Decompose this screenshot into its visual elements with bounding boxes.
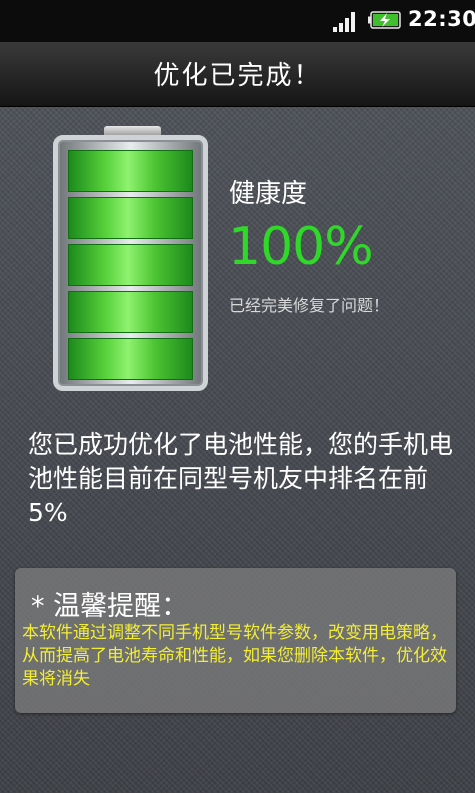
tip-box: * 温馨提醒： 本软件通过调整不同手机型号软件参数，改变用电策略，从而提高了电池… (15, 568, 456, 713)
signal-icon (333, 12, 359, 32)
status-bar: 22:30 (0, 0, 475, 42)
battery-charging-icon (368, 11, 401, 29)
battery-cell (68, 197, 193, 239)
health-note: 已经完美修复了问题！ (229, 296, 390, 315)
tip-text: 本软件通过调整不同手机型号软件参数，改变用电策略，从而提高了电池寿命和性能，如果… (22, 623, 447, 689)
status-time: 22:30 (408, 7, 475, 31)
battery-cell (68, 150, 193, 192)
battery-cell (68, 338, 193, 380)
page-title: 优化已完成！ (153, 61, 322, 91)
tip-title: * 温馨提醒： (31, 591, 189, 622)
health-label: 健康度 (229, 179, 308, 209)
screen: 22:30 优化已完成！ 健康度 100% 已经完美修复了问题！ 您已成功优化了… (0, 0, 475, 793)
battery-cell (68, 244, 193, 286)
result-message: 您已成功优化了电池性能，您的手机电池性能目前在同型号机友中排名在前5% (28, 430, 454, 527)
title-bar: 优化已完成！ (0, 42, 475, 107)
battery-cell (68, 291, 193, 333)
battery-graphic (53, 135, 208, 391)
battery-fill (68, 150, 193, 380)
health-value: 100% (228, 217, 374, 277)
